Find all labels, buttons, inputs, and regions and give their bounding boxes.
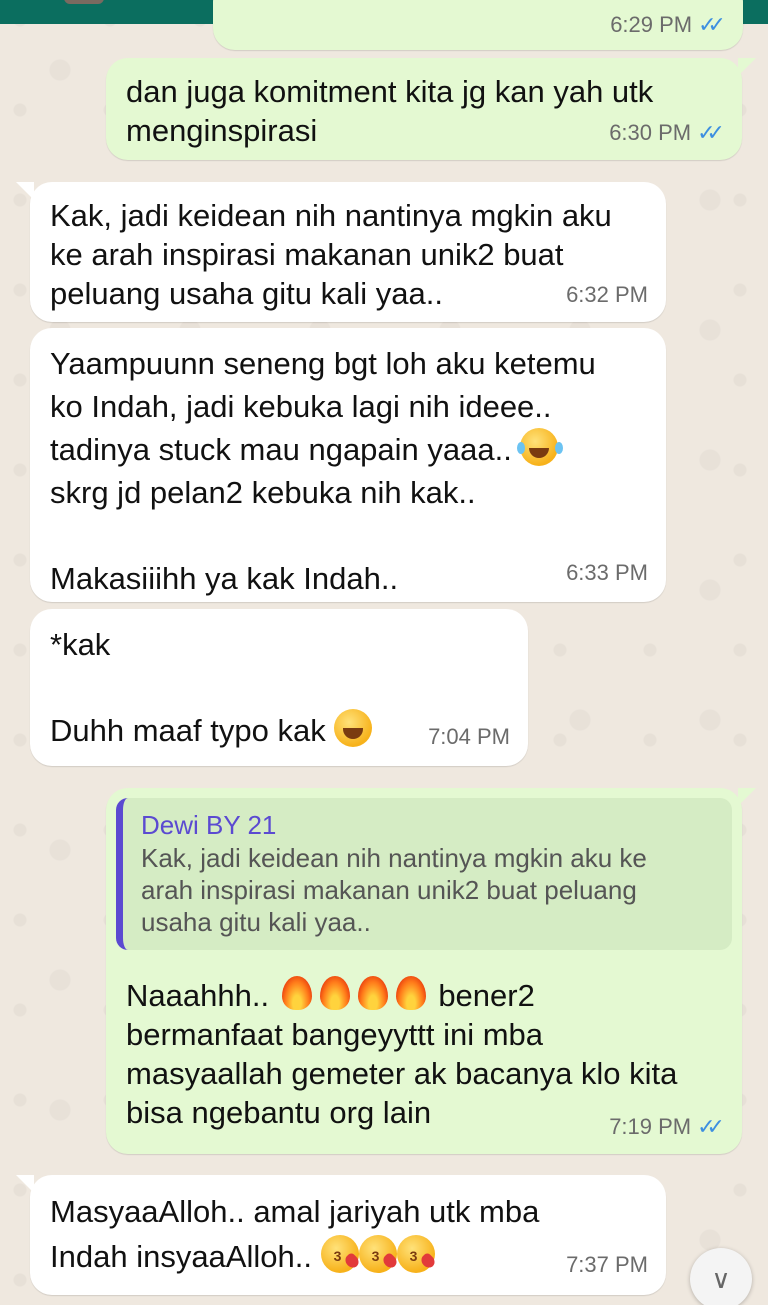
message-line: tadinya stuck mau ngapain yaaa..	[50, 428, 646, 471]
message-meta: 7:04 PM	[428, 715, 510, 758]
fire-icon	[280, 972, 314, 1012]
message-meta: 6:30 PM ✓✓	[609, 113, 725, 152]
message-line: Naaahhh.. bener2	[126, 972, 722, 1015]
quoted-text: Kak, jadi keidean nih nantinya mgkin aku…	[141, 843, 647, 937]
quoted-author: Dewi BY 21	[141, 810, 277, 840]
message-bubble-outgoing[interactable]: Dewi BY 21 Kak, jadi keidean nih nantiny…	[106, 788, 756, 1154]
scroll-to-bottom-button[interactable]: ∨	[690, 1248, 752, 1305]
face-blowing-a-kiss-icon	[320, 1235, 359, 1273]
message-line	[50, 666, 508, 709]
message-line: bermanfaat bangeyyttt ini mba	[126, 1017, 544, 1052]
message-text: Kak, jadi keidean nih nantinya mgkin aku…	[50, 198, 612, 311]
message-bubble-incoming[interactable]: Yaampuunn seneng bgt loh aku ketemu ko I…	[30, 328, 666, 602]
message-line: masyaallah gemeter ak bacanya klo kita	[126, 1056, 678, 1091]
fire-icon	[318, 972, 352, 1012]
fire-icon	[356, 972, 390, 1012]
message-line: skrg jd pelan2 kebuka nih kak..	[50, 475, 476, 510]
message-bubble-outgoing[interactable]: dan juga komitment kita jg kan yah utk m…	[106, 58, 756, 160]
face-with-tears-of-joy-icon	[517, 428, 559, 466]
message-line: Indah insyaaAlloh..	[50, 1234, 646, 1279]
message-time: 7:04 PM	[428, 724, 510, 749]
double-check-icon: ✓✓	[697, 1114, 725, 1139]
message-line: MasyaaAlloh.. amal jariyah utk mba	[50, 1194, 540, 1229]
message-time: 6:30 PM	[609, 120, 692, 145]
message-meta: 6:32 PM	[566, 275, 648, 314]
message-time: 7:19 PM	[609, 1114, 692, 1139]
face-blowing-a-kiss-icon	[396, 1235, 435, 1273]
fire-icon	[394, 972, 428, 1012]
message-time: 7:37 PM	[566, 1252, 648, 1277]
message-time: 6:33 PM	[566, 560, 648, 585]
message-bubble-incoming[interactable]: MasyaaAlloh.. amal jariyah utk mba Indah…	[16, 1175, 666, 1295]
quoted-reply[interactable]: Dewi BY 21 Kak, jadi keidean nih nantiny…	[116, 798, 732, 950]
message-line: ko Indah, jadi kebuka lagi nih ideee..	[50, 389, 552, 424]
message-time: 6:32 PM	[566, 282, 648, 307]
message-bubble-incoming[interactable]: Kak, jadi keidean nih nantinya mgkin aku…	[16, 182, 666, 322]
message-line: Makasiiihh ya kak Indah..	[50, 561, 399, 596]
message-bubble-outgoing[interactable]: 6:29 PM ✓✓	[213, 0, 743, 50]
message-line: Yaampuunn seneng bgt loh aku ketemu	[50, 346, 596, 381]
message-meta: 6:33 PM	[566, 551, 648, 594]
message-line: *kak	[50, 627, 111, 662]
double-check-icon: ✓✓	[697, 120, 725, 145]
message-time: 6:29 PM	[610, 12, 693, 37]
message-meta: 6:29 PM ✓✓	[610, 5, 726, 44]
double-check-icon: ✓✓	[698, 12, 726, 37]
message-line	[50, 514, 646, 557]
grinning-squinting-face-icon	[334, 709, 373, 747]
contact-avatar[interactable]	[64, 0, 104, 4]
message-meta: 7:19 PM ✓✓	[609, 1107, 725, 1146]
chevron-double-down-icon: ∨	[711, 1263, 731, 1294]
face-blowing-a-kiss-icon	[358, 1235, 397, 1273]
message-bubble-incoming[interactable]: *kak Duhh maaf typo kak 7:04 PM	[30, 609, 528, 766]
message-meta: 7:37 PM	[566, 1242, 648, 1287]
